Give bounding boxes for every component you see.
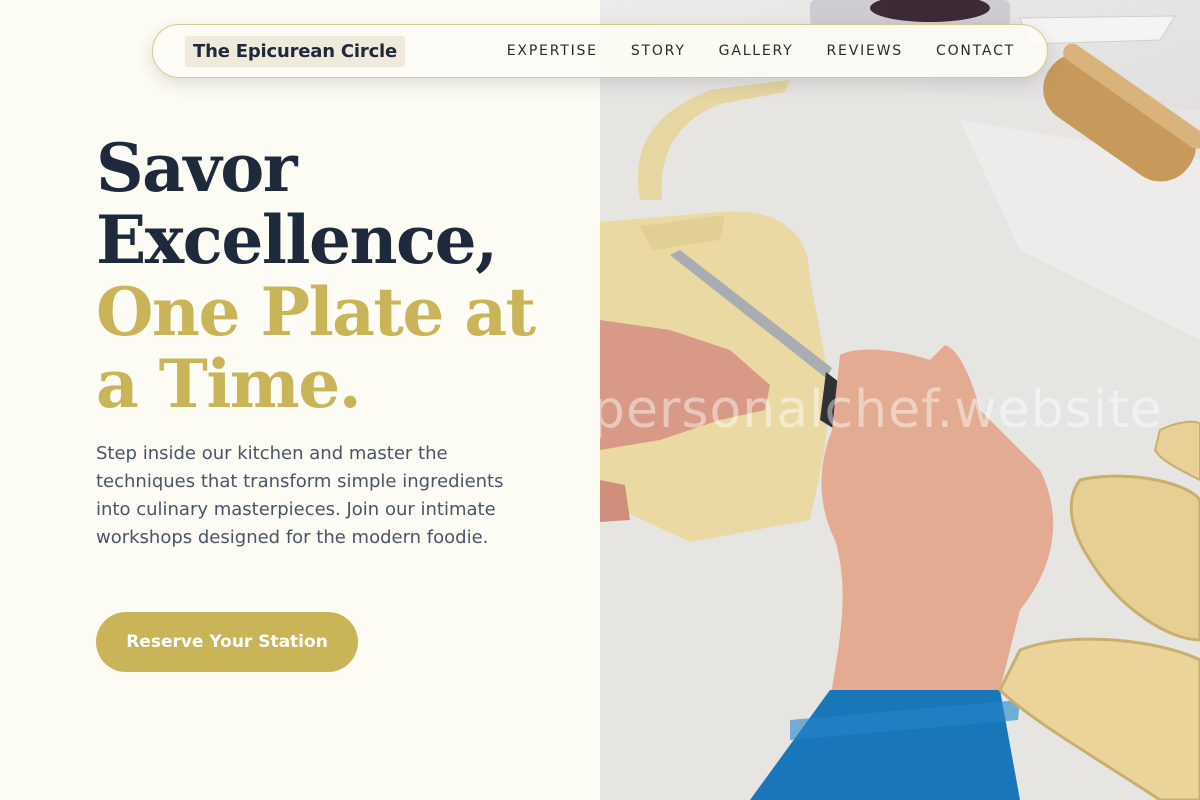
nav-link-contact[interactable]: CONTACT bbox=[936, 43, 1015, 59]
headline-line-2: Excellence, bbox=[96, 201, 498, 279]
headline-line-1: Savor bbox=[96, 129, 298, 207]
nav-links: EXPERTISE STORY GALLERY REVIEWS CONTACT bbox=[507, 43, 1015, 59]
hero-intro-text: Step inside our kitchen and master the t… bbox=[96, 443, 504, 548]
nav-link-reviews[interactable]: REVIEWS bbox=[827, 43, 903, 59]
nav-link-expertise[interactable]: EXPERTISE bbox=[507, 43, 598, 59]
top-navigation: The Epicurean Circle EXPERTISE STORY GAL… bbox=[152, 24, 1048, 78]
headline-line-3: One Plate at bbox=[96, 273, 536, 351]
nav-link-story[interactable]: STORY bbox=[631, 43, 686, 59]
headline-line-4: a Time. bbox=[96, 345, 362, 423]
hero-photo: personalchef.website bbox=[600, 0, 1200, 800]
brand-logo[interactable]: The Epicurean Circle bbox=[185, 35, 406, 67]
hero-headline: Savor Excellence, One Plate at a Time. bbox=[96, 132, 576, 420]
watermark-text: personalchef.website bbox=[600, 380, 1163, 440]
nav-link-gallery[interactable]: GALLERY bbox=[719, 43, 794, 59]
reserve-station-button[interactable]: Reserve Your Station bbox=[96, 612, 358, 672]
